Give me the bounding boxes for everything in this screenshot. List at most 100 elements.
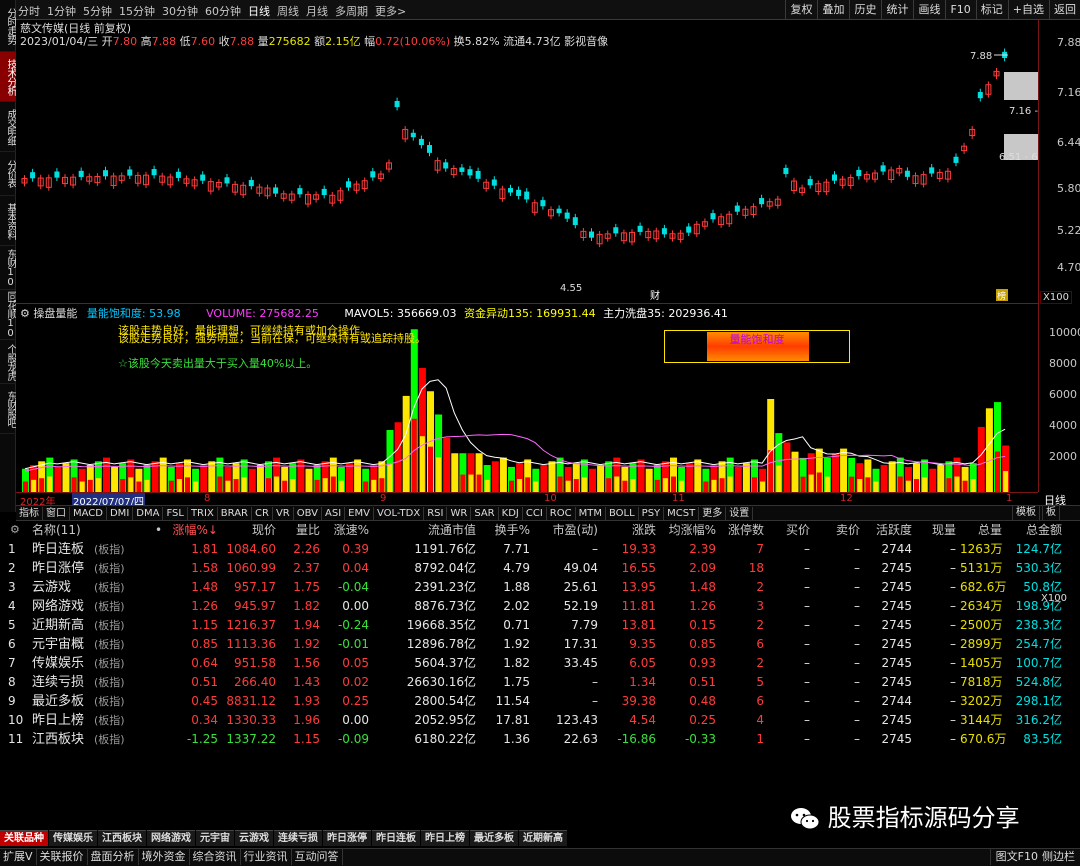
column-header-0[interactable]: 名称(11) (32, 521, 92, 540)
template-button[interactable]: 模板 (1012, 506, 1040, 520)
table-row[interactable]: 11 江西板块 (板指) -1.25 1337.22 1.15 -0.09 6180.22亿 1… (0, 730, 1080, 749)
indicator-tab-14[interactable]: RSI (424, 507, 448, 520)
column-header-6[interactable]: 流通市值 (378, 521, 476, 540)
bottom-tab-0[interactable]: 关联品种 (0, 830, 48, 846)
bottom-tab-2[interactable]: 江西板块 (98, 830, 146, 846)
board-button[interactable]: 板 (1042, 506, 1060, 520)
left-tab-4[interactable]: 基本资料 (0, 196, 16, 246)
indicator-tab-11[interactable]: ASI (322, 507, 346, 520)
indicator-tab-23[interactable]: MCST (664, 507, 700, 520)
indicator-tab-5[interactable]: FSL (163, 507, 188, 520)
indicator-tab-16[interactable]: SAR (471, 507, 499, 520)
candlestick-chart[interactable]: 7.88 4.55 7.16 - 6.51 - 6. 财 榜 (16, 45, 1038, 303)
status-right-item-1[interactable]: 侧边栏 (1040, 849, 1077, 865)
tool-button-7[interactable]: +自选 (1007, 0, 1048, 20)
indicator-tab-8[interactable]: CR (252, 507, 273, 520)
status-right-item-0[interactable]: 图文F10 (994, 849, 1040, 865)
indicator-tab-24[interactable]: 更多 (699, 507, 727, 520)
table-row[interactable]: 6 元宇宙概 (板指) 0.85 1113.36 1.92 -0.01 12896.78亿 1.… (0, 635, 1080, 654)
indicator-tab-17[interactable]: KDJ (499, 507, 523, 520)
column-header-8[interactable]: 市盈(动) (534, 521, 598, 540)
period-2[interactable]: 5分钟 (83, 5, 112, 18)
period-5[interactable]: 60分钟 (205, 5, 241, 18)
tool-button-6[interactable]: 标记 (975, 0, 1007, 20)
table-row[interactable]: 4 网络游戏 (板指) 1.26 945.97 1.82 0.00 8876.73亿 2.02 5… (0, 597, 1080, 616)
bottom-tab-6[interactable]: 连续亏损 (274, 830, 322, 846)
status-item-2[interactable]: 盘面分析 (88, 849, 139, 865)
table-row[interactable]: 8 连续亏损 (板指) 0.51 266.40 1.43 0.02 26630.16亿 1.75… (0, 673, 1080, 692)
indicator-tab-22[interactable]: PSY (639, 507, 665, 520)
indicator-tab-20[interactable]: MTM (576, 507, 606, 520)
column-header-17[interactable]: 总金额 (1006, 521, 1062, 540)
indicator-tab-12[interactable]: EMV (345, 507, 374, 520)
column-header-4[interactable]: 量比 (280, 521, 320, 540)
indicator-tab-9[interactable]: VR (273, 507, 294, 520)
period-3[interactable]: 15分钟 (119, 5, 155, 18)
column-header-13[interactable]: 卖价 (816, 521, 860, 540)
period-7[interactable]: 周线 (277, 5, 299, 18)
period-6[interactable]: 日线 (248, 5, 270, 18)
indicator-tab-3[interactable]: DMI (107, 507, 134, 520)
column-header-1[interactable]: • (155, 521, 165, 540)
column-header-3[interactable]: 现价 (222, 521, 276, 540)
indicator-tab-6[interactable]: TRIX (188, 507, 218, 520)
bottom-tab-11[interactable]: 近期新高 (519, 830, 567, 846)
table-row[interactable]: 9 最近多板 (板指) 0.45 8831.12 1.93 0.25 2800.54亿 11.5… (0, 692, 1080, 711)
status-item-4[interactable]: 综合资讯 (190, 849, 241, 865)
period-10[interactable]: 更多> (375, 5, 406, 18)
column-header-11[interactable]: 涨停数 (720, 521, 764, 540)
indicator-tab-0[interactable]: 指标 (16, 507, 43, 520)
left-tab-8[interactable]: 东财股吧 (0, 384, 16, 434)
column-header-16[interactable]: 总量 (960, 521, 1002, 540)
tool-button-4[interactable]: 画线 (913, 0, 944, 20)
left-tab-7[interactable]: 个股龙虎 (0, 340, 16, 384)
indicator-tab-19[interactable]: ROC (547, 507, 576, 520)
column-header-14[interactable]: 活跃度 (864, 521, 912, 540)
column-header-15[interactable]: 现量 (916, 521, 956, 540)
indicator-tab-7[interactable]: BRAR (218, 507, 252, 520)
bottom-tab-4[interactable]: 元宇宙 (196, 830, 234, 846)
indicator-tab-10[interactable]: OBV (294, 507, 322, 520)
bottom-tab-5[interactable]: 云游戏 (235, 830, 273, 846)
left-tab-6[interactable]: 同花顺10 (0, 290, 16, 340)
left-tab-3[interactable]: 分价表 (0, 152, 16, 196)
column-header-10[interactable]: 均涨幅% (660, 521, 716, 540)
column-header-5[interactable]: 涨速% (325, 521, 369, 540)
status-item-5[interactable]: 行业资讯 (241, 849, 292, 865)
table-row[interactable]: 1 昨日连板 (板指) 1.81 1084.60 2.26 0.39 1191.76亿 7.71… (0, 540, 1080, 559)
table-row[interactable]: 2 昨日涨停 (板指) 1.58 1060.99 2.37 0.04 8792.04亿 4.79… (0, 559, 1080, 578)
status-item-0[interactable]: 扩展V (0, 849, 37, 865)
period-8[interactable]: 月线 (306, 5, 328, 18)
status-item-3[interactable]: 境外资金 (139, 849, 190, 865)
bottom-tab-1[interactable]: 传媒娱乐 (49, 830, 97, 846)
tool-button-5[interactable]: F10 (945, 0, 974, 20)
column-header-9[interactable]: 涨跌 (602, 521, 656, 540)
column-header-2[interactable]: 涨幅%↓ (170, 521, 218, 540)
period-9[interactable]: 多周期 (335, 5, 368, 18)
tool-button-8[interactable]: 返回 (1049, 0, 1080, 20)
table-row[interactable]: 10 昨日上榜 (板指) 0.34 1330.33 1.96 0.00 2052.95亿 17.… (0, 711, 1080, 730)
column-header-7[interactable]: 换手% (480, 521, 530, 540)
status-item-6[interactable]: 互动问答 (292, 849, 343, 865)
bottom-tab-8[interactable]: 昨日连板 (372, 830, 420, 846)
period-4[interactable]: 30分钟 (162, 5, 198, 18)
left-tab-1[interactable]: 技术分析 (0, 52, 16, 102)
tool-button-3[interactable]: 统计 (881, 0, 912, 20)
indicator-tab-1[interactable]: 窗口 (43, 507, 70, 520)
table-row[interactable]: 5 近期新高 (板指) 1.15 1216.37 1.94 -0.24 19668.35亿 0.… (0, 616, 1080, 635)
column-header-12[interactable]: 买价 (768, 521, 810, 540)
indicator-tab-4[interactable]: DMA (133, 507, 164, 520)
indicator-tab-2[interactable]: MACD (70, 507, 107, 520)
indicator-tab-18[interactable]: CCI (523, 507, 547, 520)
left-tab-5[interactable]: 东财10 (0, 246, 16, 290)
tool-button-1[interactable]: 叠加 (817, 0, 848, 20)
left-tab-2[interactable]: 成交明细 (0, 102, 16, 152)
bottom-tab-7[interactable]: 昨日涨停 (323, 830, 371, 846)
bottom-tab-3[interactable]: 网络游戏 (147, 830, 195, 846)
period-1[interactable]: 1分钟 (47, 5, 76, 18)
table-row[interactable]: 7 传媒娱乐 (板指) 0.64 951.58 1.56 0.05 5604.37亿 1.82 3… (0, 654, 1080, 673)
indicator-tab-21[interactable]: BOLL (606, 507, 639, 520)
period-0[interactable]: 分时 (18, 5, 40, 18)
left-tab-0[interactable]: 分时走势 (0, 0, 16, 52)
tool-button-2[interactable]: 历史 (849, 0, 880, 20)
